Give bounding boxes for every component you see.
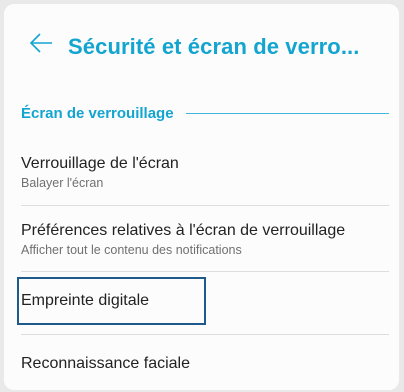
setting-item-lock-screen-preferences[interactable]: Préférences relatives à l'écran de verro…	[4, 206, 399, 272]
settings-screen: Sécurité et écran de verro... Écran de v…	[4, 4, 399, 390]
focus-highlight	[17, 277, 206, 325]
section-header: Écran de verrouillage	[21, 103, 389, 123]
page-title: Sécurité et écran de verro...	[68, 34, 360, 59]
item-subtitle: Balayer l'écran	[21, 176, 104, 190]
item-title: Verrouillage de l'écran	[21, 155, 179, 172]
item-title: Préférences relatives à l'écran de verro…	[21, 222, 346, 239]
section-label: Écran de verrouillage	[21, 104, 174, 122]
setting-item-screen-lock[interactable]: Verrouillage de l'écran Balayer l'écran	[4, 142, 399, 206]
app-bar: Sécurité et écran de verro...	[4, 4, 399, 84]
item-subtitle: Afficher tout le contenu des notificatio…	[21, 243, 242, 257]
item-title: Reconnaissance faciale	[21, 355, 190, 372]
setting-item-face-recognition[interactable]: Reconnaissance faciale	[4, 335, 399, 390]
arrow-left-icon	[29, 33, 52, 53]
section-divider	[185, 112, 389, 114]
back-button[interactable]	[28, 30, 54, 56]
